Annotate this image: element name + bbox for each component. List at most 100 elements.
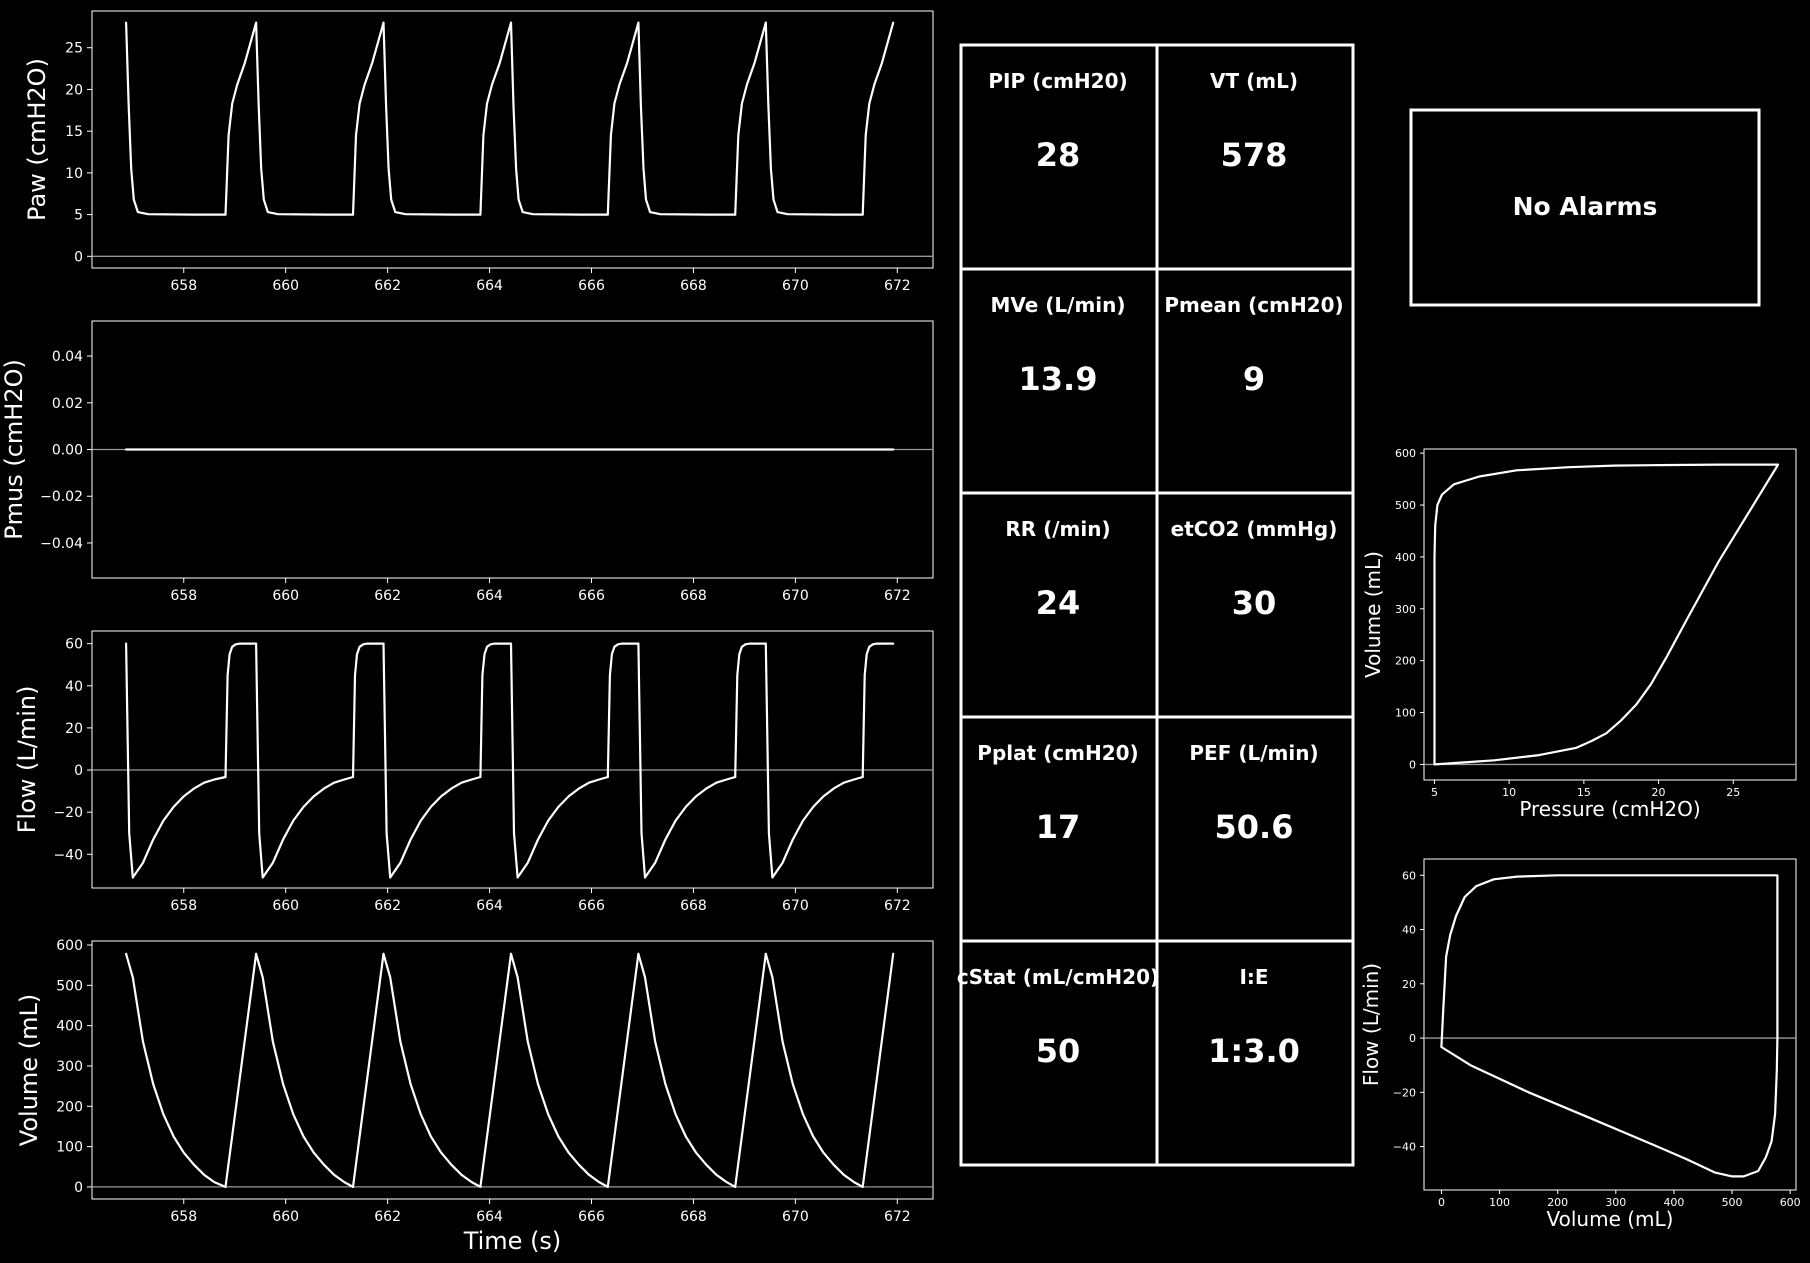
volume-x-axis-label: Time (s) bbox=[463, 1227, 562, 1255]
pmus-x-tick-label: 660 bbox=[272, 588, 299, 604]
pip-value: 28 bbox=[1036, 136, 1081, 174]
flow-y-tick-label: −40 bbox=[53, 847, 83, 863]
pmus-x-tick-label: 658 bbox=[170, 588, 197, 604]
paw-x-tick-label: 666 bbox=[578, 278, 605, 294]
paw-x-tick-label: 660 bbox=[272, 278, 299, 294]
pmus-y-tick-label: −0.04 bbox=[40, 536, 83, 552]
paw-x-tick-label: 662 bbox=[374, 278, 401, 294]
fv-loop-y-tick-label: 0 bbox=[1409, 1032, 1416, 1045]
flow-x-tick-label: 672 bbox=[884, 898, 911, 914]
flow-y-tick-label: 40 bbox=[65, 679, 83, 695]
pv-loop-x-tick-label: 25 bbox=[1726, 786, 1740, 799]
fv-loop-x-tick-label: 600 bbox=[1780, 1196, 1801, 1209]
pv-loop-y-tick-label: 100 bbox=[1395, 707, 1416, 720]
pmus-x-tick-label: 672 bbox=[884, 588, 911, 604]
fv-loop-x-tick-label: 100 bbox=[1489, 1196, 1510, 1209]
mve-label: MVe (L/min) bbox=[990, 293, 1125, 317]
paw-y-tick-label: 10 bbox=[65, 166, 83, 182]
paw-x-tick-label: 658 bbox=[170, 278, 197, 294]
volume-y-tick-label: 500 bbox=[56, 978, 83, 994]
volume-y-tick-label: 600 bbox=[56, 938, 83, 954]
pplat-label: Pplat (cmH20) bbox=[977, 741, 1138, 765]
paw-y-tick-label: 5 bbox=[74, 208, 83, 224]
pmus-y-tick-label: 0.02 bbox=[52, 396, 83, 412]
flow-y-tick-label: 0 bbox=[74, 763, 83, 779]
volume-y-tick-label: 200 bbox=[56, 1099, 83, 1115]
flow-x-tick-label: 666 bbox=[578, 898, 605, 914]
flow-x-tick-label: 670 bbox=[782, 898, 809, 914]
paw-y-tick-label: 25 bbox=[65, 41, 83, 57]
pv-loop-y-tick-label: 300 bbox=[1395, 603, 1416, 616]
paw-x-tick-label: 664 bbox=[476, 278, 503, 294]
pmus-y-tick-label: 0.00 bbox=[52, 443, 83, 459]
pmean-label: Pmean (cmH20) bbox=[1164, 293, 1343, 317]
cstat-label: cStat (mL/cmH20) bbox=[957, 965, 1159, 989]
volume-y-axis-label: Volume (mL) bbox=[15, 994, 43, 1146]
pmean-value: 9 bbox=[1243, 360, 1265, 398]
paw-x-tick-label: 670 bbox=[782, 278, 809, 294]
fv-loop-y-tick-label: 20 bbox=[1402, 978, 1416, 991]
pplat-value: 17 bbox=[1036, 808, 1081, 846]
volume-x-tick-label: 664 bbox=[476, 1209, 503, 1225]
rr-value: 24 bbox=[1036, 584, 1081, 622]
volume-x-tick-label: 672 bbox=[884, 1209, 911, 1225]
volume-y-tick-label: 400 bbox=[56, 1019, 83, 1035]
volume-x-tick-label: 666 bbox=[578, 1209, 605, 1225]
fv-loop-y-tick-label: −20 bbox=[1393, 1086, 1416, 1099]
ie-value: 1:3.0 bbox=[1208, 1032, 1300, 1070]
flow-y-tick-label: 60 bbox=[65, 637, 83, 653]
pmus-x-tick-label: 666 bbox=[578, 588, 605, 604]
paw-y-tick-label: 15 bbox=[65, 124, 83, 140]
vt-label: VT (mL) bbox=[1210, 69, 1298, 93]
volume-y-tick-label: 300 bbox=[56, 1059, 83, 1075]
pef-label: PEF (L/min) bbox=[1189, 741, 1318, 765]
pip-label: PIP (cmH20) bbox=[988, 69, 1127, 93]
fv-loop-y-tick-label: 60 bbox=[1402, 869, 1416, 882]
volume-x-tick-label: 662 bbox=[374, 1209, 401, 1225]
volume-y-tick-label: 100 bbox=[56, 1140, 83, 1156]
fv-loop-x-tick-label: 0 bbox=[1438, 1196, 1445, 1209]
pv-loop-x-tick-label: 10 bbox=[1502, 786, 1516, 799]
paw-y-tick-label: 0 bbox=[74, 249, 83, 265]
pv-loop-x-axis-label: Pressure (cmH2O) bbox=[1519, 797, 1700, 821]
flow-x-tick-label: 658 bbox=[170, 898, 197, 914]
volume-x-tick-label: 658 bbox=[170, 1209, 197, 1225]
pv-loop-y-tick-label: 200 bbox=[1395, 655, 1416, 668]
volume-x-tick-label: 670 bbox=[782, 1209, 809, 1225]
pv-loop-x-tick-label: 5 bbox=[1431, 786, 1438, 799]
etco2-label: etCO2 (mmHg) bbox=[1171, 517, 1338, 541]
pv-loop-y-tick-label: 400 bbox=[1395, 551, 1416, 564]
cstat-value: 50 bbox=[1036, 1032, 1081, 1070]
pv-loop-y-tick-label: 500 bbox=[1395, 499, 1416, 512]
flow-y-tick-label: 20 bbox=[65, 721, 83, 737]
fv-loop-y-tick-label: 40 bbox=[1402, 924, 1416, 937]
pmus-x-tick-label: 662 bbox=[374, 588, 401, 604]
flow-y-tick-label: −20 bbox=[53, 805, 83, 821]
pmus-y-axis-label: Pmus (cmH2O) bbox=[0, 359, 28, 540]
fv-loop-y-axis-label: Flow (L/min) bbox=[1359, 963, 1383, 1086]
pv-loop-y-tick-label: 0 bbox=[1409, 758, 1416, 771]
flow-y-axis-label: Flow (L/min) bbox=[13, 686, 41, 834]
ie-label: I:E bbox=[1239, 965, 1268, 989]
volume-y-tick-label: 0 bbox=[74, 1180, 83, 1196]
volume-x-tick-label: 668 bbox=[680, 1209, 707, 1225]
volume-x-tick-label: 660 bbox=[272, 1209, 299, 1225]
fv-loop-x-axis-label: Volume (mL) bbox=[1547, 1207, 1674, 1231]
pmus-x-tick-label: 664 bbox=[476, 588, 503, 604]
pmus-y-tick-label: 0.04 bbox=[52, 349, 83, 365]
paw-y-axis-label: Paw (cmH2O) bbox=[23, 58, 51, 221]
pmus-x-tick-label: 668 bbox=[680, 588, 707, 604]
pmus-y-tick-label: −0.02 bbox=[40, 489, 83, 505]
fv-loop-x-tick-label: 500 bbox=[1722, 1196, 1743, 1209]
paw-x-tick-label: 668 bbox=[680, 278, 707, 294]
mve-value: 13.9 bbox=[1019, 360, 1098, 398]
pef-value: 50.6 bbox=[1215, 808, 1294, 846]
ventilator-dashboard: PIP (cmH20) 28 VT (mL) 578 MVe (L/min) 1… bbox=[0, 0, 1810, 1263]
paw-y-tick-label: 20 bbox=[65, 82, 83, 98]
vt-value: 578 bbox=[1221, 136, 1288, 174]
alarm-text: No Alarms bbox=[1513, 192, 1658, 221]
pv-loop-y-tick-label: 600 bbox=[1395, 447, 1416, 460]
flow-x-tick-label: 668 bbox=[680, 898, 707, 914]
etco2-value: 30 bbox=[1232, 584, 1277, 622]
rr-label: RR (/min) bbox=[1005, 517, 1110, 541]
